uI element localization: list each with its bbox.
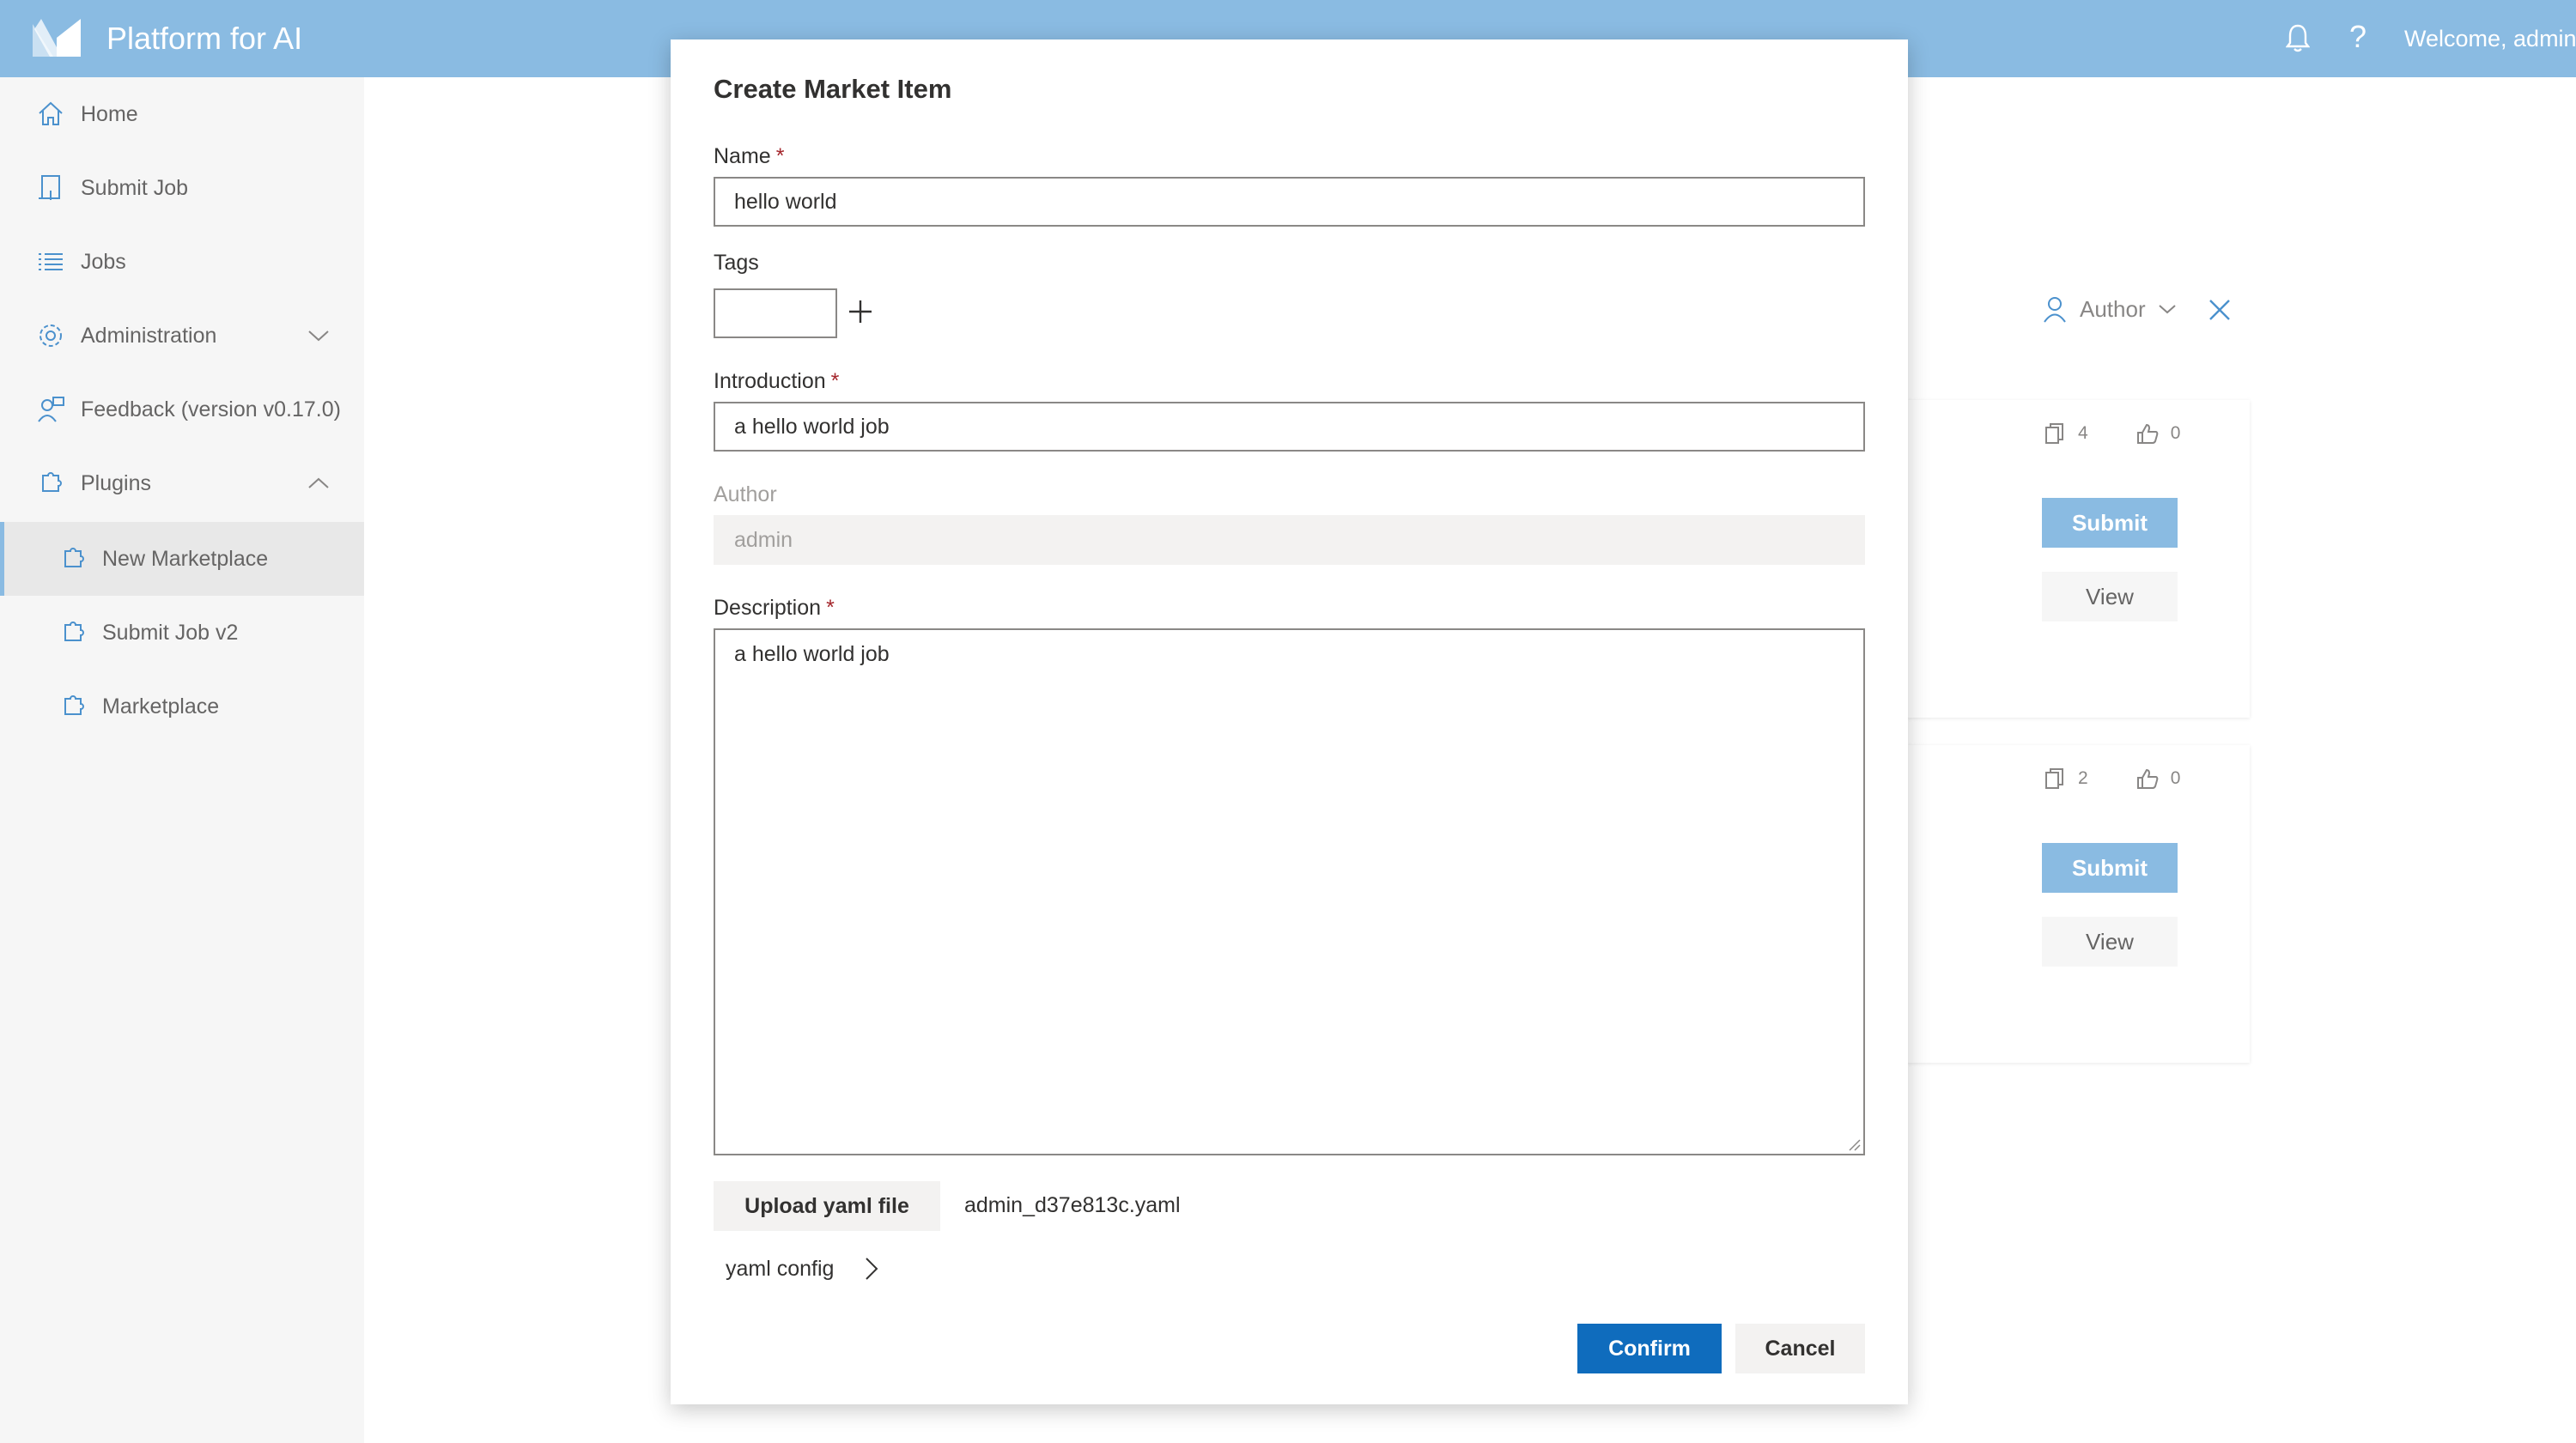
name-label: Name * xyxy=(714,144,785,168)
introduction-label: Introduction * xyxy=(714,369,840,393)
required-mark: * xyxy=(775,144,785,168)
yaml-config-toggle[interactable]: yaml config xyxy=(726,1252,882,1286)
required-mark: * xyxy=(830,369,840,393)
create-market-item-dialog: Create Market Item Name * hello world Tag… xyxy=(671,39,1908,1404)
add-tag-icon[interactable] xyxy=(846,297,875,326)
resize-handle-icon[interactable] xyxy=(1846,1137,1862,1152)
chevron-right-icon xyxy=(866,1258,878,1280)
required-mark: * xyxy=(826,596,835,620)
name-field[interactable]: hello world xyxy=(714,177,1865,227)
yaml-config-label: yaml config xyxy=(726,1256,835,1281)
author-field: admin xyxy=(714,515,1865,565)
description-textarea[interactable]: a hello world job xyxy=(714,628,1865,1155)
confirm-button[interactable]: Confirm xyxy=(1577,1324,1722,1373)
upload-yaml-button[interactable]: Upload yaml file xyxy=(714,1181,940,1231)
introduction-field[interactable]: a hello world job xyxy=(714,402,1865,452)
tags-label: Tags xyxy=(714,251,759,275)
tag-input[interactable] xyxy=(714,288,837,338)
cancel-button[interactable]: Cancel xyxy=(1735,1324,1865,1373)
author-label: Author xyxy=(714,482,777,506)
uploaded-file-name: admin_d37e813c.yaml xyxy=(964,1193,1181,1217)
description-label: Description * xyxy=(714,596,835,620)
dialog-title: Create Market Item xyxy=(714,74,952,104)
